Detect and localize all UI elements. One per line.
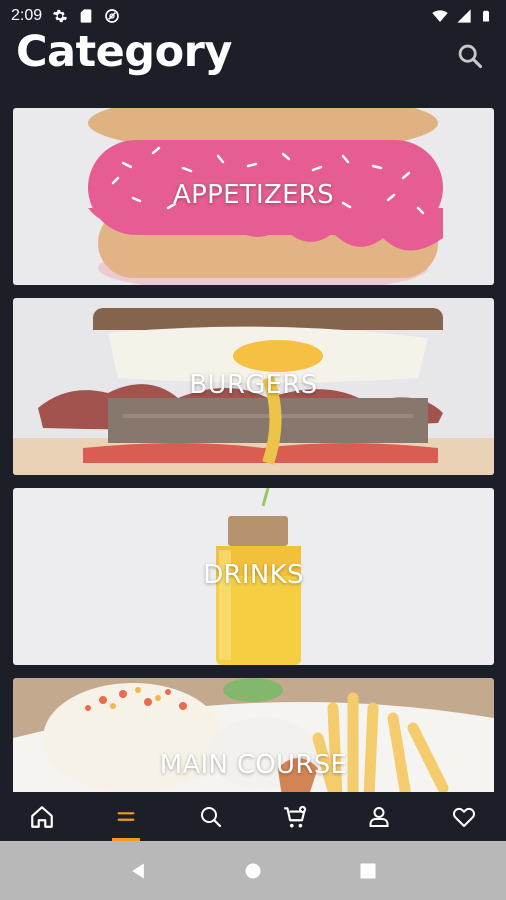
category-label: APPETIZERS	[173, 180, 334, 210]
wifi-icon	[432, 10, 448, 22]
settings-icon	[53, 9, 68, 23]
category-card-burgers[interactable]: BURGERS	[13, 298, 494, 475]
home-circle-icon	[245, 863, 261, 878]
sd-card-icon	[80, 9, 92, 23]
search-icon	[458, 44, 483, 69]
person-icon	[369, 806, 389, 827]
nav-category[interactable]	[84, 792, 168, 841]
category-label: BURGERS	[189, 370, 318, 400]
category-label: DRINKS	[203, 560, 304, 590]
system-home-button[interactable]	[238, 856, 268, 886]
nav-cart[interactable]	[253, 792, 337, 841]
recents-icon	[360, 863, 376, 878]
status-right	[432, 8, 492, 24]
status-left: 2:09	[11, 7, 120, 25]
search-icon	[200, 806, 221, 827]
home-icon	[31, 805, 53, 828]
nav-favorites[interactable]	[422, 792, 506, 841]
cart-icon	[284, 805, 307, 828]
bottom-navigation	[0, 792, 506, 841]
system-navigation-bar	[0, 841, 506, 900]
menu-lines-icon	[118, 811, 135, 821]
system-recents-button[interactable]	[353, 856, 383, 886]
system-back-button[interactable]	[123, 856, 153, 886]
nav-search[interactable]	[169, 792, 253, 841]
do-not-disturb-icon	[105, 9, 119, 23]
back-icon	[131, 863, 144, 878]
category-card-drinks[interactable]: DRINKS	[13, 488, 494, 665]
signal-icon	[457, 9, 471, 23]
category-card-appetizers[interactable]: APPETIZERS	[13, 108, 494, 285]
page-title: Category	[16, 27, 232, 77]
search-button[interactable]	[454, 40, 486, 72]
category-card-main-course[interactable]: MAIN COURSE	[13, 678, 494, 792]
category-label: MAIN COURSE	[159, 750, 348, 780]
status-time: 2:09	[11, 7, 43, 24]
heart-icon	[452, 807, 475, 827]
app-header: Category	[0, 26, 506, 96]
nav-profile[interactable]	[337, 792, 421, 841]
category-list[interactable]: APPETIZERS BURGERS DRINKS MAIN COURSE	[0, 108, 506, 792]
battery-icon	[483, 10, 489, 22]
nav-home[interactable]	[0, 792, 84, 841]
